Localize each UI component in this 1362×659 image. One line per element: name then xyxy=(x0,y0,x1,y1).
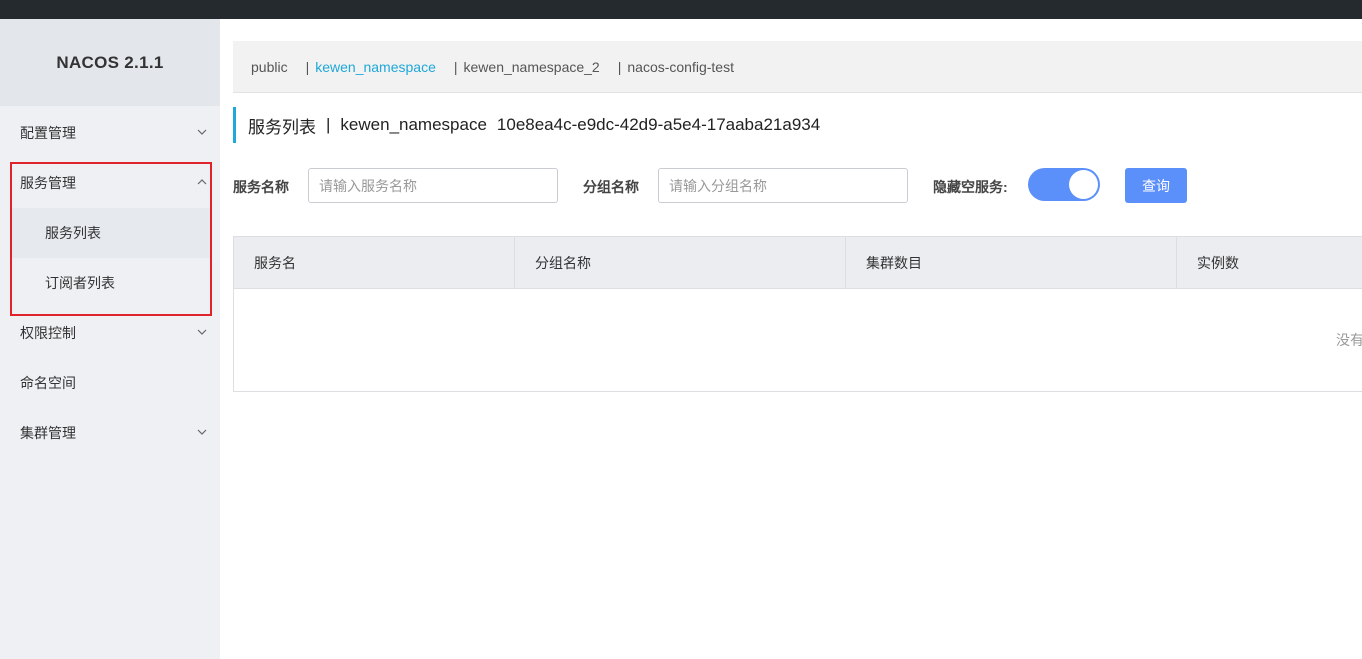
page-namespace-id: 10e8ea4c-e9dc-42d9-a5e4-17aaba21a934 xyxy=(496,115,821,134)
chevron-up-icon xyxy=(197,179,207,185)
namespace-separator: | xyxy=(617,58,622,75)
table-header: 服务名 分组名称 集群数目 实例数 xyxy=(234,237,1362,289)
namespace-nacos-config-test[interactable]: nacos-config-test xyxy=(627,59,734,75)
submenu-label: 服务列表 xyxy=(45,225,101,241)
chevron-down-icon xyxy=(197,429,207,435)
menu-label: 配置管理 xyxy=(20,125,76,141)
submenu-subscriber-list[interactable]: 订阅者列表 xyxy=(12,258,210,308)
namespace-kewen-namespace[interactable]: kewen_namespace xyxy=(315,59,436,75)
page-title-separator: | xyxy=(326,115,331,134)
chevron-down-icon xyxy=(197,129,207,135)
column-header-group-name[interactable]: 分组名称 xyxy=(515,237,846,289)
column-header-cluster-count[interactable]: 集群数目 xyxy=(846,237,1177,289)
menu-config-management[interactable]: 配置管理 xyxy=(0,108,220,158)
service-table: 服务名 分组名称 集群数目 实例数 没有数据 xyxy=(233,236,1362,392)
chevron-down-icon xyxy=(197,329,207,335)
table-empty-text: 没有数据 xyxy=(1336,332,1362,348)
namespace-separator: | xyxy=(453,58,458,75)
namespace-separator: | xyxy=(305,58,310,75)
menu-label: 命名空间 xyxy=(20,375,76,391)
page-title: 服务列表 | kewen_namespace 10e8ea4c-e9dc-42d… xyxy=(233,107,830,143)
top-bar xyxy=(0,0,1362,19)
namespace-kewen-namespace-2[interactable]: kewen_namespace_2 xyxy=(464,59,600,75)
column-header-instance-count[interactable]: 实例数 xyxy=(1177,237,1362,289)
hide-empty-toggle[interactable] xyxy=(1028,168,1100,201)
namespace-bar: public | kewen_namespace | kewen_namespa… xyxy=(233,41,1362,93)
submenu-label: 订阅者列表 xyxy=(45,275,115,291)
menu-permission-control[interactable]: 权限控制 xyxy=(0,308,220,358)
namespace-public[interactable]: public xyxy=(251,59,288,75)
menu-cluster-management[interactable]: 集群管理 xyxy=(0,408,220,458)
menu-service-management[interactable]: 服务管理 xyxy=(0,158,220,208)
menu-label: 集群管理 xyxy=(20,425,76,441)
query-button[interactable]: 查询 xyxy=(1125,168,1187,203)
submenu-service-list[interactable]: 服务列表 xyxy=(12,208,210,258)
page-namespace-name: kewen_namespace xyxy=(340,115,487,134)
menu-label: 权限控制 xyxy=(20,325,76,341)
hide-empty-label: 隐藏空服务: xyxy=(933,179,1008,195)
menu-namespace[interactable]: 命名空间 xyxy=(0,358,220,408)
service-name-input[interactable] xyxy=(308,168,558,203)
menu-label: 服务管理 xyxy=(20,175,76,191)
group-name-input[interactable] xyxy=(658,168,908,203)
column-header-service-name[interactable]: 服务名 xyxy=(234,237,515,289)
page-title-text: 服务列表 xyxy=(248,117,316,137)
group-name-label: 分组名称 xyxy=(583,179,639,195)
toggle-knob xyxy=(1069,170,1098,199)
brand-logo: NACOS 2.1.1 xyxy=(0,19,220,106)
service-name-label: 服务名称 xyxy=(233,179,289,195)
